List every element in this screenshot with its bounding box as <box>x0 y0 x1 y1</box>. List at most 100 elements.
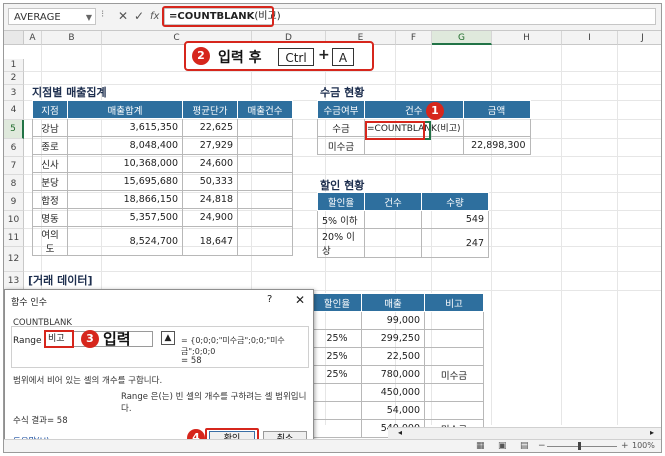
sales-summary-cell[interactable]: 명동 <box>32 208 68 227</box>
collection-cell[interactable] <box>462 118 531 137</box>
sales-summary-cell[interactable] <box>237 208 293 227</box>
sales-summary-cell[interactable]: 5,357,500 <box>67 208 183 227</box>
scroll-right-icon[interactable]: ▸ <box>650 428 654 437</box>
discount-cell[interactable] <box>364 210 422 229</box>
sales-summary-row: 신사 10,368,000 24,600 <box>32 154 293 173</box>
page-layout-icon[interactable]: ▣ <box>498 441 507 451</box>
collection-cell[interactable]: 수금 <box>317 118 365 137</box>
transactions-cell[interactable]: 299,250 <box>361 329 425 348</box>
transactions-cell[interactable]: 780,000 <box>361 365 425 384</box>
plus-sign: + <box>318 47 330 63</box>
sales-summary-cell[interactable] <box>237 226 293 256</box>
discount-cell[interactable]: 247 <box>421 228 489 258</box>
transactions-cell[interactable] <box>424 311 484 330</box>
discount-cell[interactable]: 549 <box>421 210 489 229</box>
sales-summary-cell[interactable]: 24,818 <box>182 190 238 209</box>
transactions-cell[interactable]: 99,000 <box>361 311 425 330</box>
discount-cell[interactable]: 20% 이상 <box>317 228 365 258</box>
transactions-cell[interactable] <box>424 347 484 366</box>
row-header-7[interactable]: 7 <box>4 157 24 175</box>
active-cell-highlight <box>365 121 425 140</box>
insert-function-icon[interactable]: fx <box>150 8 159 25</box>
help-icon[interactable]: ? <box>267 294 272 305</box>
sales-summary-cell[interactable]: 8,524,700 <box>67 226 183 256</box>
check-icon[interactable]: ✓ <box>134 8 144 25</box>
sales-summary-cell[interactable]: 분당 <box>32 172 68 191</box>
zoom-slider[interactable] <box>547 446 617 447</box>
column-header-g[interactable]: G <box>432 31 492 45</box>
discount-cell[interactable]: 5% 이하 <box>317 210 365 229</box>
discount-cell[interactable] <box>364 228 422 258</box>
step2-text: 입력 후 <box>218 50 262 66</box>
sales-summary-cell[interactable]: 50,333 <box>182 172 238 191</box>
sales-summary-cell[interactable] <box>237 154 293 173</box>
normal-view-icon[interactable]: ▦ <box>476 441 485 451</box>
sales-summary-cell[interactable]: 24,900 <box>182 208 238 227</box>
transactions-cell[interactable] <box>312 419 362 438</box>
sales-summary-cell[interactable] <box>237 118 293 137</box>
sales-summary-cell[interactable]: 24,600 <box>182 154 238 173</box>
zoom-in-icon[interactable]: + <box>621 441 629 451</box>
scroll-left-icon[interactable]: ◂ <box>398 428 402 437</box>
sales-summary-cell[interactable]: 18,647 <box>182 226 238 256</box>
sales-summary-cell[interactable] <box>237 190 293 209</box>
sales-summary-cell[interactable]: 18,866,150 <box>67 190 183 209</box>
chevron-down-icon[interactable]: ▼ <box>86 9 92 26</box>
sales-summary-cell[interactable]: 종로 <box>32 136 68 155</box>
transactions-cell[interactable]: 25% <box>312 329 362 348</box>
name-box[interactable]: AVERAGE ▼ <box>8 8 96 25</box>
row-header-11[interactable]: 11 <box>4 229 24 247</box>
transactions-cell[interactable]: 22,500 <box>361 347 425 366</box>
sales-summary-cell[interactable]: 합정 <box>32 190 68 209</box>
zoom-slider-thumb[interactable] <box>578 442 581 450</box>
sales-summary-cell[interactable]: 여의도 <box>32 226 68 256</box>
row-header-10[interactable]: 10 <box>4 211 24 229</box>
transactions-cell[interactable] <box>424 383 484 402</box>
sales-summary-cell[interactable]: 27,929 <box>182 136 238 155</box>
transactions-cell[interactable]: 25% <box>312 365 362 384</box>
sales-summary-cell[interactable]: 15,695,680 <box>67 172 183 191</box>
row-header-4[interactable]: 4 <box>4 101 24 120</box>
select-all-corner[interactable] <box>4 31 24 45</box>
sales-summary-cell[interactable]: 22,625 <box>182 118 238 137</box>
sales-summary-cell[interactable] <box>237 172 293 191</box>
row-header-5[interactable]: 5 <box>4 120 24 139</box>
close-icon[interactable]: ✕ <box>295 293 305 307</box>
row-header-12[interactable]: 12 <box>4 247 24 272</box>
transactions-cell[interactable] <box>424 329 484 348</box>
column-header-b[interactable]: B <box>42 31 102 45</box>
row-header-3[interactable]: 3 <box>4 85 24 101</box>
row-header-1[interactable]: 1 <box>4 59 24 72</box>
header-tx-note: 비고 <box>424 293 484 312</box>
row-header-2[interactable]: 2 <box>4 72 24 85</box>
collection-cell[interactable]: 미수금 <box>317 136 365 155</box>
transactions-cell[interactable] <box>312 401 362 420</box>
transactions-cell[interactable]: 미수금 <box>424 365 484 384</box>
sales-summary-cell[interactable]: 강남 <box>32 118 68 137</box>
sales-summary-cell[interactable]: 3,615,350 <box>67 118 183 137</box>
transactions-cell[interactable] <box>312 311 362 330</box>
transactions-cell[interactable] <box>312 383 362 402</box>
column-header-j[interactable]: J <box>618 31 661 45</box>
column-header-a[interactable]: A <box>24 31 42 45</box>
zoom-out-icon[interactable]: − <box>538 441 546 451</box>
page-break-icon[interactable]: ▤ <box>520 441 529 451</box>
transactions-cell[interactable]: 25% <box>312 347 362 366</box>
cancel-icon[interactable]: ✕ <box>118 8 128 25</box>
result-preview: = 58 <box>181 356 202 366</box>
sales-summary-cell[interactable] <box>237 136 293 155</box>
sales-summary-cell[interactable]: 신사 <box>32 154 68 173</box>
row-header-8[interactable]: 8 <box>4 175 24 193</box>
row-header-9[interactable]: 9 <box>4 193 24 211</box>
transactions-cell[interactable] <box>424 401 484 420</box>
sales-summary-cell[interactable]: 8,048,400 <box>67 136 183 155</box>
collapse-dialog-button[interactable]: ▲ <box>161 331 175 345</box>
collection-cell[interactable]: 22,898,300 <box>462 136 531 155</box>
column-header-i[interactable]: I <box>562 31 618 45</box>
transactions-cell[interactable]: 54,000 <box>361 401 425 420</box>
transactions-cell[interactable]: 450,000 <box>361 383 425 402</box>
column-header-h[interactable]: H <box>492 31 562 45</box>
row-header-6[interactable]: 6 <box>4 139 24 157</box>
sales-summary-cell[interactable]: 10,368,000 <box>67 154 183 173</box>
column-header-f[interactable]: F <box>396 31 432 45</box>
